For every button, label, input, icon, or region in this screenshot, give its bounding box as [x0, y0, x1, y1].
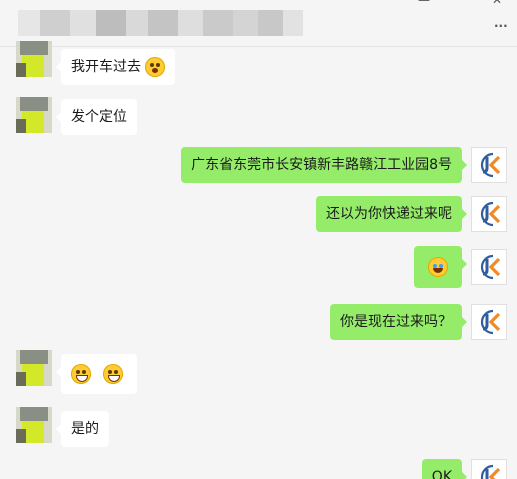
- user-avatar-jk-logo[interactable]: [471, 147, 507, 183]
- message-text: 还以为你快递过来呢: [326, 206, 452, 222]
- grin-emoji-icon: [71, 364, 91, 384]
- jk-logo-icon: [480, 464, 501, 479]
- more-options-button[interactable]: ···: [494, 20, 508, 32]
- chat-message: 我开车过去: [0, 41, 517, 85]
- chat-message: 你是现在过来吗？: [0, 304, 517, 340]
- jk-logo-icon: [480, 152, 501, 178]
- user-avatar-jk-logo[interactable]: [471, 196, 507, 232]
- contact-name-blurred: [18, 10, 303, 36]
- chat-message: [0, 350, 517, 394]
- message-bubble[interactable]: 你是现在过来吗？: [330, 304, 467, 340]
- contact-avatar[interactable]: [16, 350, 52, 386]
- message-bubble[interactable]: [414, 246, 467, 288]
- chat-message: OK: [0, 459, 517, 479]
- chat-message: 是的: [0, 407, 517, 447]
- message-text: 广东省东莞市长安镇新丰路赣江工业园8号: [191, 157, 452, 173]
- message-bubble[interactable]: OK: [421, 459, 468, 479]
- message-text: 我开车过去: [71, 59, 141, 75]
- grin-emoji-icon: [103, 364, 124, 384]
- chat-message: [0, 246, 517, 290]
- user-avatar-jk-logo[interactable]: [471, 304, 507, 340]
- jk-logo-icon: [480, 201, 501, 227]
- user-avatar-jk-logo[interactable]: [471, 249, 507, 285]
- jk-logo-icon: [480, 254, 501, 280]
- chat-message: 广东省东莞市长安镇新丰路赣江工业园8号: [0, 147, 517, 183]
- user-avatar-jk-logo[interactable]: [471, 459, 507, 479]
- contact-avatar[interactable]: [16, 41, 52, 77]
- message-bubble[interactable]: 广东省东莞市长安镇新丰路赣江工业园8号: [181, 147, 467, 183]
- message-text: 发个定位: [71, 109, 127, 125]
- chat-header: — ✕ ···: [0, 0, 517, 47]
- tears-of-joy-emoji-icon: [428, 257, 448, 277]
- message-bubble[interactable]: 还以为你快递过来呢: [316, 196, 467, 232]
- minimize-button[interactable]: —: [418, 0, 430, 6]
- contact-avatar[interactable]: [16, 407, 52, 443]
- message-bubble[interactable]: 发个定位: [56, 99, 137, 135]
- message-bubble[interactable]: [56, 354, 137, 394]
- chat-message: 发个定位: [0, 97, 517, 137]
- message-bubble[interactable]: 是的: [56, 411, 109, 447]
- message-bubble[interactable]: 我开车过去: [55, 49, 176, 85]
- jk-logo-icon: [480, 309, 501, 335]
- chat-message: 还以为你快递过来呢: [0, 196, 517, 232]
- message-text: 是的: [71, 421, 99, 437]
- contact-avatar[interactable]: [16, 97, 52, 133]
- close-button[interactable]: ✕: [492, 0, 502, 6]
- dizzy-face-emoji-icon: [145, 57, 166, 77]
- message-text: OK: [431, 469, 452, 479]
- message-text: 你是现在过来吗？: [340, 314, 452, 330]
